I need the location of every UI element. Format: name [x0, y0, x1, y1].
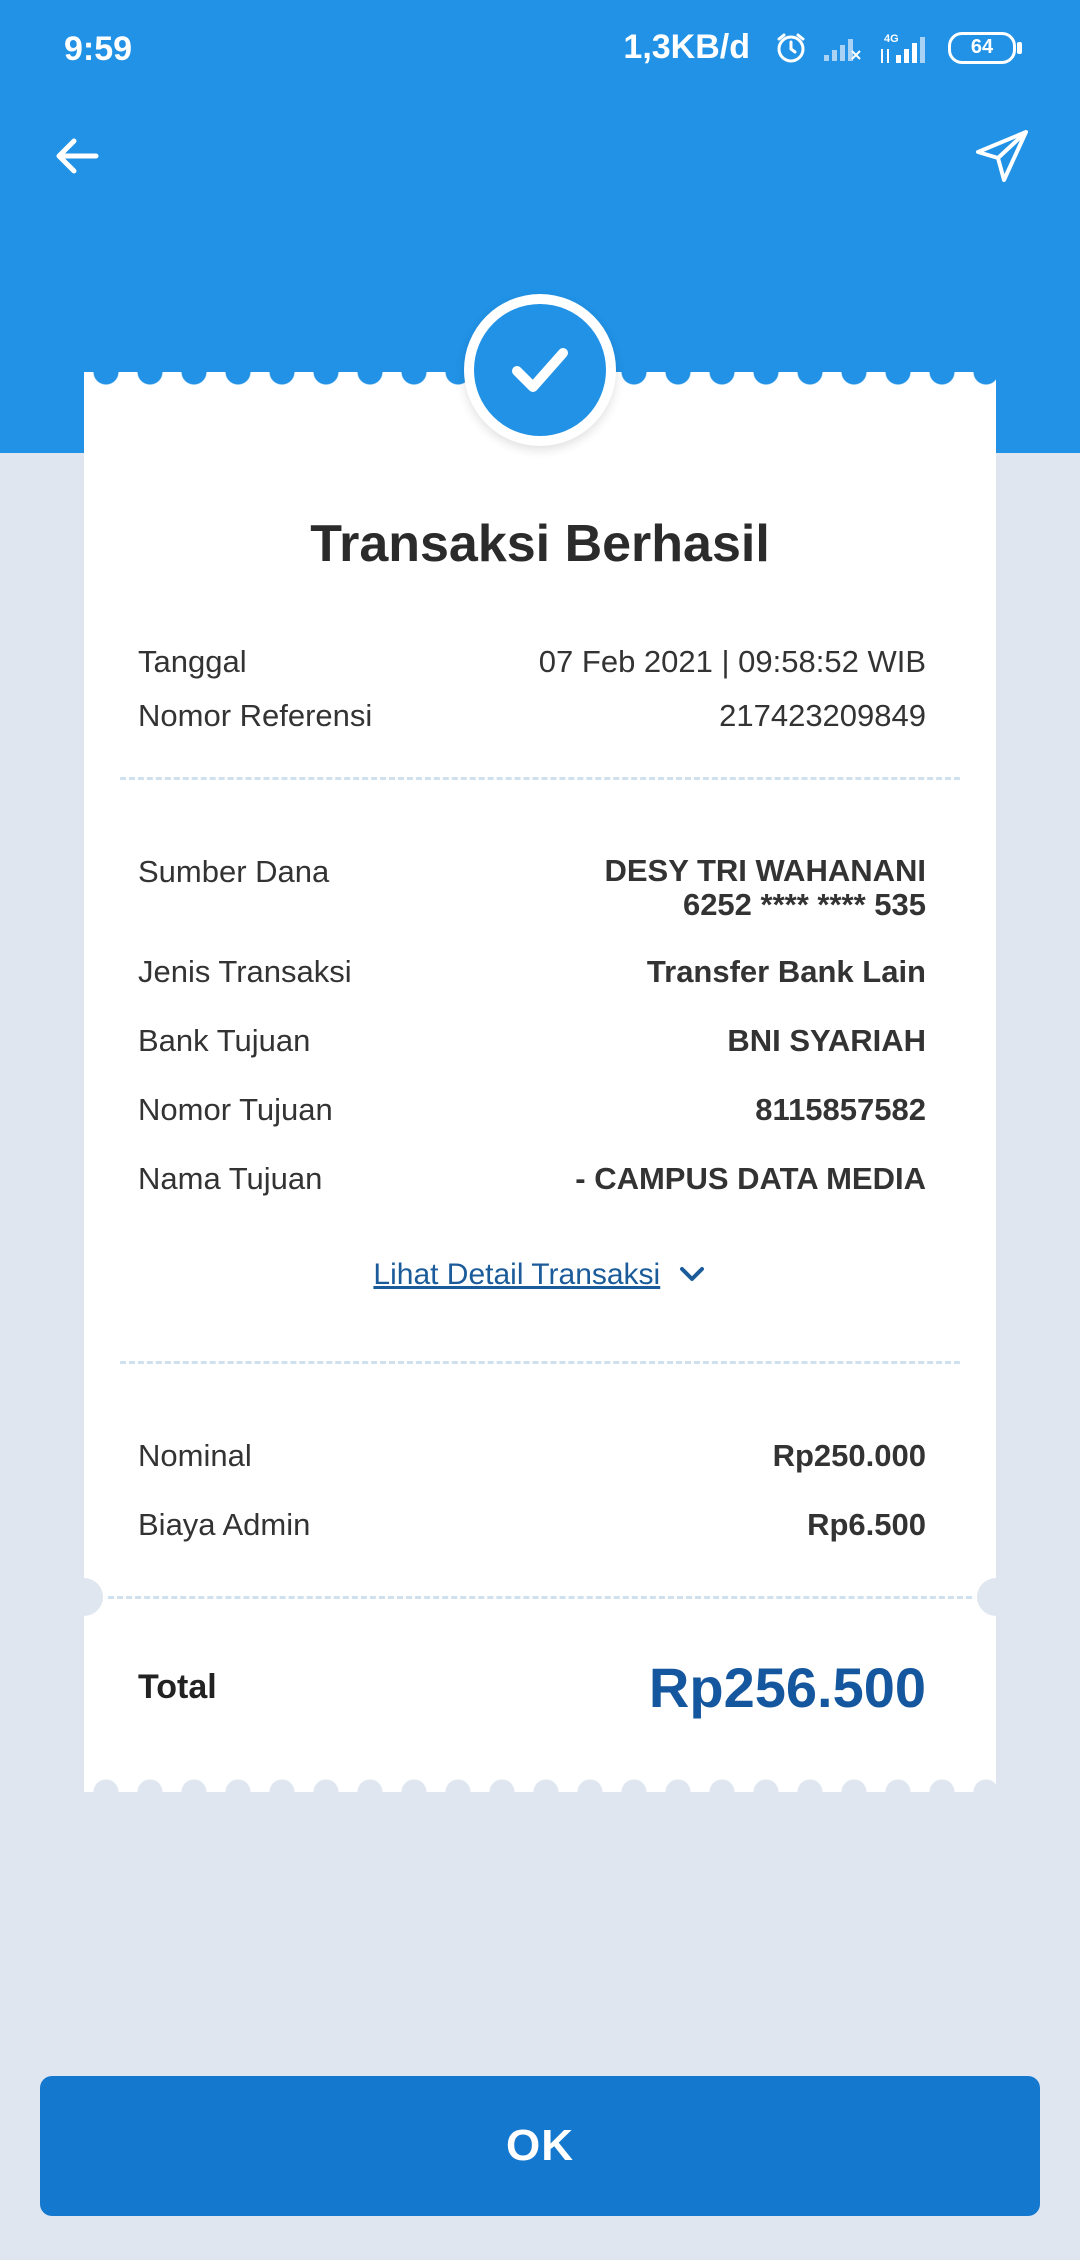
left-notch — [65, 1578, 103, 1616]
total-value: Rp256.500 — [648, 1656, 926, 1719]
nominal-row: Nominal Rp250.000 — [138, 1438, 926, 1474]
type-value: Transfer Bank Lain — [646, 954, 926, 989]
admin-fee-label: Biaya Admin — [138, 1507, 311, 1542]
page-title: Transaksi Berhasil — [310, 515, 770, 573]
divider — [120, 777, 960, 780]
status-bar: 9:59 1,3KB/d 4G 64 — [0, 0, 1080, 100]
reference-value: 217423209849 — [719, 698, 926, 733]
right-notch — [977, 1578, 1015, 1616]
source-row: Sumber Dana DESY TRI WAHANANI 6252 **** … — [138, 854, 926, 922]
destination-number-value: 8115857582 — [755, 1092, 926, 1127]
alarm-icon — [774, 31, 808, 65]
view-detail-link[interactable]: Lihat Detail Transaksi — [84, 1258, 996, 1292]
total-row: Total Rp256.500 — [138, 1655, 926, 1720]
reference-label: Nomor Referensi — [138, 698, 373, 733]
admin-fee-value: Rp6.500 — [807, 1507, 926, 1542]
source-label: Sumber Dana — [138, 854, 330, 889]
divider — [120, 1361, 960, 1364]
svg-text:4G: 4G — [884, 33, 899, 45]
status-indicators: 1,3KB/d 4G 64 — [623, 28, 1022, 67]
nominal-value: Rp250.000 — [772, 1438, 926, 1473]
date-row: Tanggal 07 Feb 2021 | 09:58:52 WIB — [138, 644, 926, 680]
admin-fee-row: Biaya Admin Rp6.500 — [138, 1507, 926, 1543]
nominal-label: Nominal — [138, 1438, 252, 1473]
destination-name-row: Nama Tujuan - CAMPUS DATA MEDIA — [138, 1161, 926, 1197]
chevron-down-icon — [679, 1267, 704, 1281]
status-time: 9:59 — [64, 30, 133, 68]
view-detail-label: Lihat Detail Transaksi — [373, 1258, 661, 1291]
back-button[interactable] — [48, 126, 108, 186]
checkmark-icon — [512, 348, 568, 392]
battery-icon: 64 — [948, 31, 1022, 64]
type-label: Jenis Transaksi — [138, 954, 352, 989]
bank-row: Bank Tujuan BNI SYARIAH — [138, 1023, 926, 1059]
destination-name-value: - CAMPUS DATA MEDIA — [575, 1161, 926, 1196]
signal-weak-icon — [822, 33, 862, 63]
destination-name-label: Nama Tujuan — [138, 1161, 323, 1196]
arrow-left-icon — [56, 138, 99, 174]
total-label: Total — [138, 1668, 217, 1706]
date-value: 07 Feb 2021 | 09:58:52 WIB — [538, 644, 926, 679]
source-value: DESY TRI WAHANANI 6252 **** **** 535 — [604, 854, 926, 922]
ok-button[interactable]: OK — [40, 2076, 1040, 2216]
destination-number-label: Nomor Tujuan — [138, 1092, 333, 1127]
receipt-bottom-edge — [84, 1778, 996, 1806]
reference-row: Nomor Referensi 217423209849 — [138, 698, 926, 734]
bank-value: BNI SYARIAH — [727, 1023, 926, 1058]
net-speed: 1,3KB/d — [623, 28, 750, 66]
paper-plane-icon — [976, 130, 1028, 182]
source-name: DESY TRI WAHANANI — [604, 853, 926, 888]
signal-4g-icon: 4G — [876, 31, 932, 65]
date-label: Tanggal — [138, 644, 247, 679]
divider — [108, 1596, 972, 1599]
bank-label: Bank Tujuan — [138, 1023, 311, 1058]
source-account: 6252 **** **** 535 — [682, 887, 926, 922]
share-button[interactable] — [972, 126, 1032, 186]
success-badge — [464, 294, 616, 446]
destination-number-row: Nomor Tujuan 8115857582 — [138, 1092, 926, 1128]
type-row: Jenis Transaksi Transfer Bank Lain — [138, 954, 926, 990]
receipt-card: Transaksi Berhasil Tanggal 07 Feb 2021 |… — [65, 294, 1015, 1806]
